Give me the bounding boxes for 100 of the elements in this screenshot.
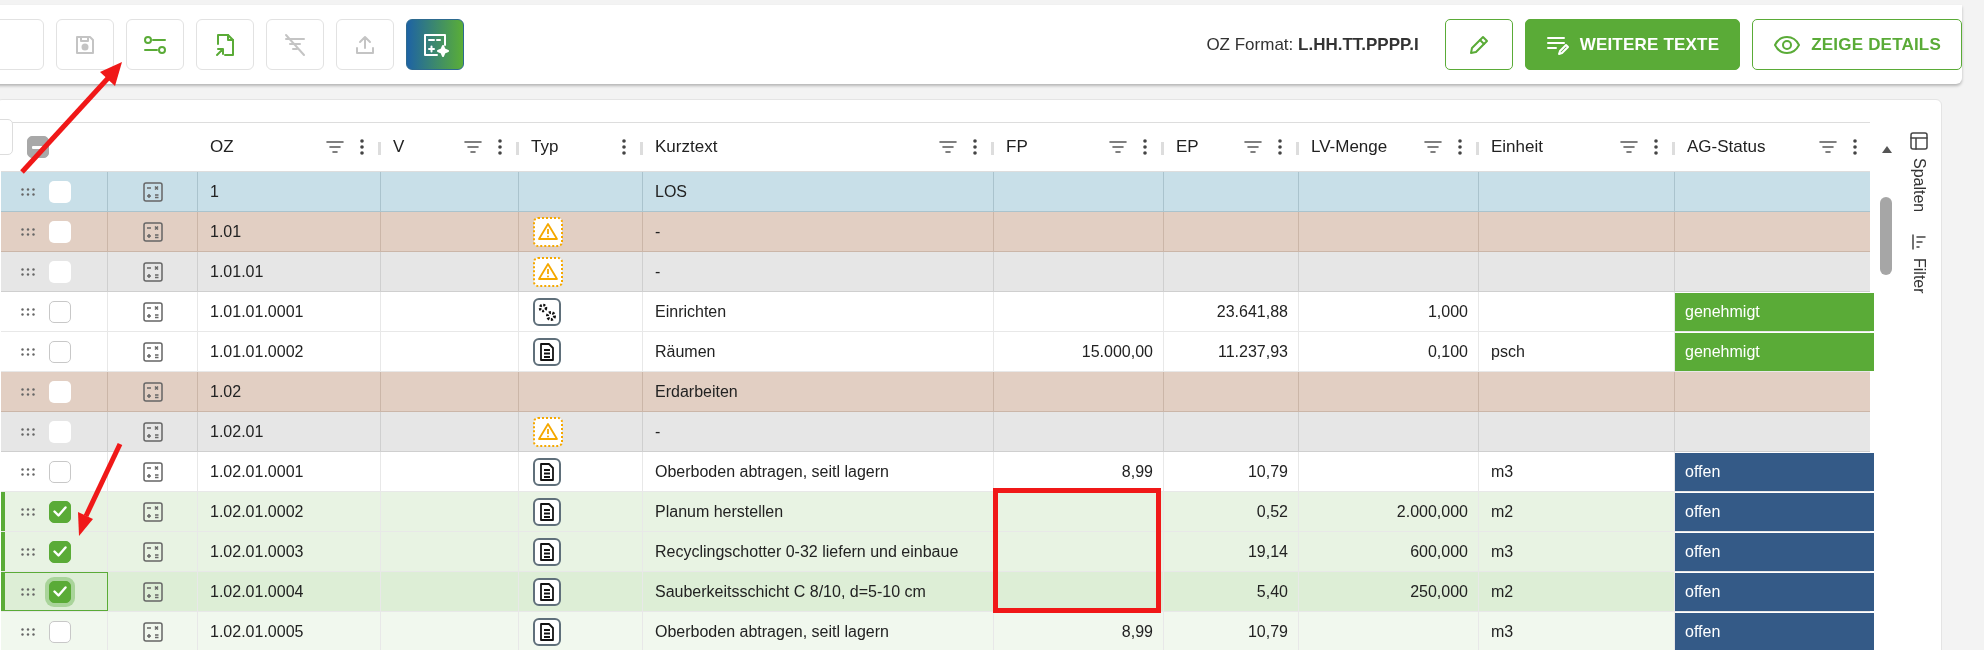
more-icon[interactable]	[972, 138, 978, 156]
row-checkbox[interactable]	[49, 220, 71, 243]
calculator-icon[interactable]	[142, 421, 163, 442]
drag-handle-icon[interactable]	[21, 187, 35, 196]
more-icon[interactable]	[1142, 138, 1148, 156]
toolbar-button[interactable]	[126, 19, 184, 70]
oz-cell: 1.02.01	[210, 422, 264, 441]
document-icon	[533, 617, 561, 646]
quantity-cell: 0,100	[1427, 342, 1468, 361]
filter-icon[interactable]	[938, 140, 958, 154]
more-icon[interactable]	[1277, 138, 1283, 156]
scroll-up-icon[interactable]	[1882, 146, 1892, 153]
column-header[interactable]: EP	[1176, 137, 1243, 157]
calculator-icon[interactable]	[142, 381, 163, 402]
filter-icon[interactable]	[1818, 140, 1838, 154]
ep-cell: 10,79	[1247, 622, 1288, 641]
warning-icon	[533, 216, 563, 247]
scroll-thumb[interactable]	[1880, 197, 1892, 275]
filter-icon[interactable]	[1243, 140, 1263, 154]
side-panel-tab[interactable]: Filter	[1910, 258, 1928, 294]
row-checkbox[interactable]	[49, 460, 71, 483]
edit-button[interactable]	[1444, 19, 1513, 70]
table-row[interactable]: 1.02 Erdarbeiten	[1, 372, 1870, 412]
column-header[interactable]: OZ	[210, 137, 325, 157]
row-checkbox[interactable]	[49, 620, 71, 643]
filter-icon[interactable]	[1108, 140, 1128, 154]
row-checkbox[interactable]	[49, 260, 71, 283]
drag-handle-icon[interactable]	[21, 227, 35, 236]
drag-handle-icon[interactable]	[21, 627, 35, 636]
more-icon[interactable]	[1457, 138, 1463, 156]
filter-icon[interactable]	[325, 140, 345, 154]
more-icon[interactable]	[359, 138, 365, 156]
more-icon[interactable]	[497, 138, 503, 156]
calculator-icon[interactable]	[142, 181, 163, 202]
more-icon[interactable]	[1653, 138, 1659, 156]
document-icon	[533, 457, 561, 486]
calculator-icon[interactable]	[142, 621, 163, 642]
unit-cell: m3	[1491, 622, 1514, 641]
status-badge: offen	[1675, 492, 1874, 531]
drag-handle-icon[interactable]	[21, 547, 35, 556]
ep-cell: 19,14	[1247, 542, 1288, 561]
oz-cell: 1	[210, 182, 219, 201]
column-header[interactable]: Einheit	[1491, 137, 1619, 157]
filter-icon[interactable]	[1619, 140, 1639, 154]
column-header[interactable]: AG-Status	[1687, 137, 1818, 157]
calculator-icon[interactable]	[142, 461, 163, 482]
row-checkbox[interactable]	[49, 540, 71, 563]
status-badge: genehmigt	[1675, 292, 1874, 331]
ai-calculation-button[interactable]	[406, 19, 464, 70]
drag-handle-icon[interactable]	[21, 307, 35, 316]
calculator-icon[interactable]	[142, 221, 163, 242]
drag-handle-icon[interactable]	[21, 427, 35, 436]
kurztext-cell: Recyclingschotter 0-32 liefern und einbaue	[655, 542, 959, 561]
oz-cell: 1.02.01.0002	[210, 502, 304, 521]
unit-cell: m2	[1491, 502, 1514, 521]
calculator-icon[interactable]	[142, 501, 163, 522]
row-checkbox[interactable]	[49, 340, 71, 363]
side-panel-tab[interactable]: Spalten	[1910, 158, 1928, 213]
more-icon[interactable]	[621, 138, 627, 156]
drag-handle-icon[interactable]	[21, 347, 35, 356]
drag-handle-icon[interactable]	[21, 507, 35, 516]
column-header[interactable]: FP	[1006, 137, 1108, 157]
oz-cell: 1.01.01	[210, 262, 264, 281]
table-row[interactable]: 1.02.01 -	[1, 412, 1870, 452]
drag-handle-icon[interactable]	[21, 267, 35, 276]
quantity-cell: 1,000	[1427, 302, 1468, 321]
kurztext-cell: Planum herstellen	[655, 502, 784, 521]
table-row[interactable]: 1.01 -	[1, 212, 1870, 252]
column-header[interactable]: V	[393, 137, 463, 157]
row-checkbox[interactable]	[49, 420, 71, 443]
oz-cell: 1.02.01.0001	[210, 462, 304, 481]
oz-cell: 1.01.01.0001	[210, 302, 304, 321]
row-checkbox[interactable]	[49, 300, 71, 323]
oz-cell: 1.01	[210, 222, 242, 241]
document-icon	[533, 537, 561, 566]
filter-icon[interactable]	[1423, 140, 1443, 154]
table-row[interactable]: 1.01.01 -	[1, 252, 1870, 292]
column-header[interactable]: Typ	[531, 137, 607, 157]
kurztext-cell: Räumen	[655, 342, 716, 361]
column-header[interactable]: Kurztext	[655, 137, 938, 157]
drag-handle-icon[interactable]	[21, 387, 35, 396]
calculator-icon[interactable]	[142, 541, 163, 562]
unit-cell: m2	[1491, 582, 1514, 601]
table-row[interactable]: 1 LOS	[1, 172, 1870, 212]
calculator-icon[interactable]	[142, 581, 163, 602]
row-checkbox[interactable]	[49, 500, 71, 523]
row-checkbox[interactable]	[49, 180, 71, 203]
column-header[interactable]: LV-Menge	[1311, 137, 1423, 157]
fp-cell: 8,99	[1121, 462, 1153, 481]
unit-cell: m3	[1491, 462, 1514, 481]
filter-icon[interactable]	[463, 140, 483, 154]
drag-handle-icon[interactable]	[21, 467, 35, 476]
more-icon[interactable]	[1852, 138, 1858, 156]
toolbar-button[interactable]	[196, 19, 254, 70]
warning-icon	[533, 256, 563, 287]
calculator-icon[interactable]	[142, 261, 163, 282]
drag-handle-icon[interactable]	[21, 587, 35, 596]
row-checkbox[interactable]	[49, 380, 71, 403]
calculator-icon[interactable]	[142, 341, 163, 362]
calculator-icon[interactable]	[142, 301, 163, 322]
